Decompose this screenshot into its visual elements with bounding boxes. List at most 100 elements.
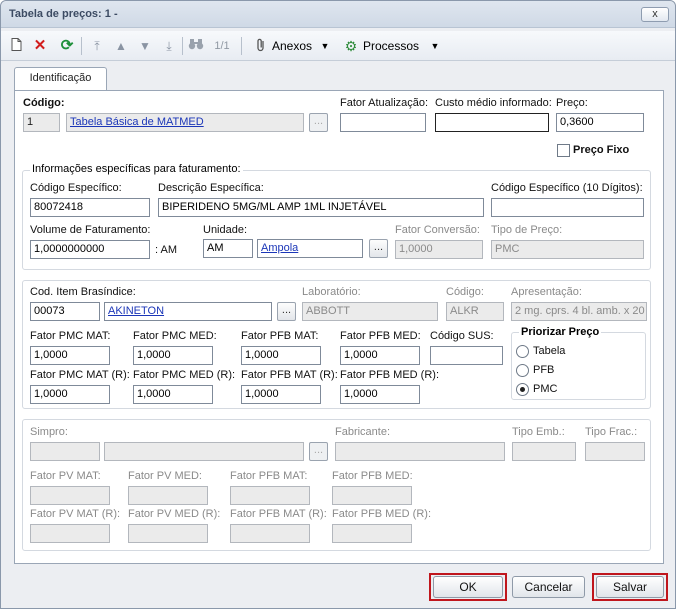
fator-pmc-med-input[interactable]: 1,0000 [133,346,213,365]
first-record-icon[interactable]: ⤒ [89,38,105,54]
unidade-code-input[interactable]: AM [203,239,253,258]
fator-pfb-mat-r-input[interactable]: 1,0000 [241,385,321,404]
window-title: Tabela de preços: 1 - [9,8,118,20]
fator-pv-mat-r-label: Fator PV MAT (R): [30,508,121,520]
fator-atualizacao-input[interactable] [340,113,426,132]
fator-pfb-med-r-simpro-input [332,524,412,543]
tab-identificacao[interactable]: Identificação [14,67,107,91]
unidade-name-link[interactable]: Ampola [261,242,298,254]
descricao-especifica-label: Descrição Específica: [158,182,264,194]
fator-pfb-med-r-label: Fator PFB MED (R): [340,369,440,381]
descricao-especifica-input[interactable]: BIPERIDENO 5MG/ML AMP 1ML INJETÁVEL [158,198,484,217]
fator-pfb-med-simpro-label: Fator PFB MED: [332,470,413,482]
fator-pmc-mat-input[interactable]: 1,0000 [30,346,110,365]
paperclip-icon [253,38,269,54]
cancel-button[interactable]: Cancelar [512,576,585,598]
refresh-icon[interactable]: ⟳ [59,38,75,54]
simpro-lookup-button[interactable]: ... [309,442,328,461]
fator-pfb-mat-r-label: Fator PFB MAT (R): [241,369,338,381]
radio-tabela[interactable] [516,345,529,358]
previous-record-icon[interactable]: ▲ [113,38,129,54]
identificacao-panel: Código: 1 Tabela Básica de MATMED ... Fa… [14,90,664,564]
preco-fixo-label: Preço Fixo [573,144,630,156]
title-bar: Tabela de preços: 1 - x [1,1,675,28]
codigo-input[interactable]: 1 [23,113,60,132]
fator-pfb-mat-simpro-input [230,486,310,505]
new-record-icon[interactable] [9,38,23,54]
priorizar-preco-title: Priorizar Preço [519,326,602,338]
codigo-lookup-button[interactable]: ... [309,113,328,132]
codigo-10-digitos-input[interactable] [491,198,644,217]
processes-menu[interactable]: Processos [363,38,423,54]
fator-pfb-med-label: Fator PFB MED: [340,330,421,342]
chevron-down-icon[interactable]: ▼ [319,38,331,54]
attachments-menu[interactable]: Anexos [272,38,318,54]
tipo-emb-input [512,442,576,461]
codigo-especifico-input[interactable]: 80072418 [30,198,150,217]
save-button[interactable]: Salvar [596,576,664,598]
codigo-lab-input: ALKR [446,302,504,321]
fator-pv-med-r-input [128,524,208,543]
fator-pmc-mat-r-label: Fator PMC MAT (R): [30,369,130,381]
fator-pv-med-input [128,486,208,505]
codigo-lab-label: Código: [446,286,484,298]
fator-pmc-med-r-input[interactable]: 1,0000 [133,385,213,404]
codigo-sus-input[interactable] [430,346,503,365]
fator-pmc-med-r-label: Fator PMC MED (R): [133,369,236,381]
cod-item-name-link[interactable]: AKINETON [108,305,164,317]
fator-pmc-med-label: Fator PMC MED: [133,330,217,342]
laboratorio-label: Laboratório: [302,286,361,298]
unidade-name[interactable]: Ampola [257,239,363,258]
chevron-down-icon[interactable]: ▼ [429,38,441,54]
tipo-preco-label: Tipo de Preço: [491,224,563,236]
simpro-name-input [104,442,304,461]
toolbar-separator [241,37,242,55]
unidade-lookup-button[interactable]: ... [369,239,388,258]
fator-pv-med-r-label: Fator PV MED (R): [128,508,221,520]
next-record-icon[interactable]: ▼ [137,38,153,54]
radio-pmc-label: PMC [533,383,558,395]
tipo-frac-label: Tipo Frac.: [585,426,638,438]
fator-pfb-mat-r-simpro-label: Fator PFB MAT (R): [230,508,327,520]
fator-pfb-mat-label: Fator PFB MAT: [241,330,319,342]
fator-pmc-mat-r-input[interactable]: 1,0000 [30,385,110,404]
codigo-10-digitos-label: Código Específico (10 Dígitos): [491,182,643,194]
close-button[interactable]: x [641,7,669,22]
apresentacao-label: Apresentação: [511,286,582,298]
codigo-sus-label: Código SUS: [430,330,494,342]
radio-tabela-label: Tabela [533,345,566,357]
fator-pfb-med-r-simpro-label: Fator PFB MED (R): [332,508,432,520]
fator-pfb-med-input[interactable]: 1,0000 [340,346,420,365]
fator-conversao-label: Fator Conversão: [395,224,480,236]
fator-pfb-mat-r-simpro-input [230,524,310,543]
radio-pmc[interactable] [516,383,529,396]
fator-pfb-mat-input[interactable]: 1,0000 [241,346,321,365]
toolbar-separator [81,37,82,55]
brasindice-lookup-button[interactable]: ... [277,302,296,321]
cod-item-brasindice-input[interactable]: 00073 [30,302,100,321]
cod-item-brasindice-label: Cod. Item Brasíndice: [30,286,136,298]
fator-pfb-mat-simpro-label: Fator PFB MAT: [230,470,308,482]
toolbar: ✕ ⟳ ⤒ ▲ ▼ ⤓ 1/1 Anexos ▼ ⚙ Processos ▼ [1,31,675,61]
fabricante-input [335,442,505,461]
volume-unit-suffix: : AM [155,244,178,256]
fator-pv-med-label: Fator PV MED: [128,470,202,482]
codigo-description-link[interactable]: Tabela Básica de MATMED [70,116,204,128]
process-gear-icon: ⚙ [344,38,358,54]
binoculars-icon[interactable] [187,38,205,54]
cod-item-name[interactable]: AKINETON [104,302,272,321]
fabricante-label: Fabricante: [335,426,391,438]
volume-faturamento-input[interactable]: 1,0000000000 [30,240,150,259]
simpro-code-input [30,442,100,461]
ok-button[interactable]: OK [433,576,503,598]
radio-pfb[interactable] [516,364,529,377]
last-record-icon[interactable]: ⤓ [161,38,177,54]
fator-pfb-med-r-input[interactable]: 1,0000 [340,385,420,404]
custo-medio-input[interactable] [435,113,549,132]
delete-icon[interactable]: ✕ [32,38,48,54]
tab-strip: Identificação [1,67,675,91]
codigo-description[interactable]: Tabela Básica de MATMED [66,113,304,132]
preco-input[interactable]: 0,3600 [556,113,644,132]
preco-fixo-checkbox[interactable] [557,144,570,157]
laboratorio-input: ABBOTT [302,302,438,321]
